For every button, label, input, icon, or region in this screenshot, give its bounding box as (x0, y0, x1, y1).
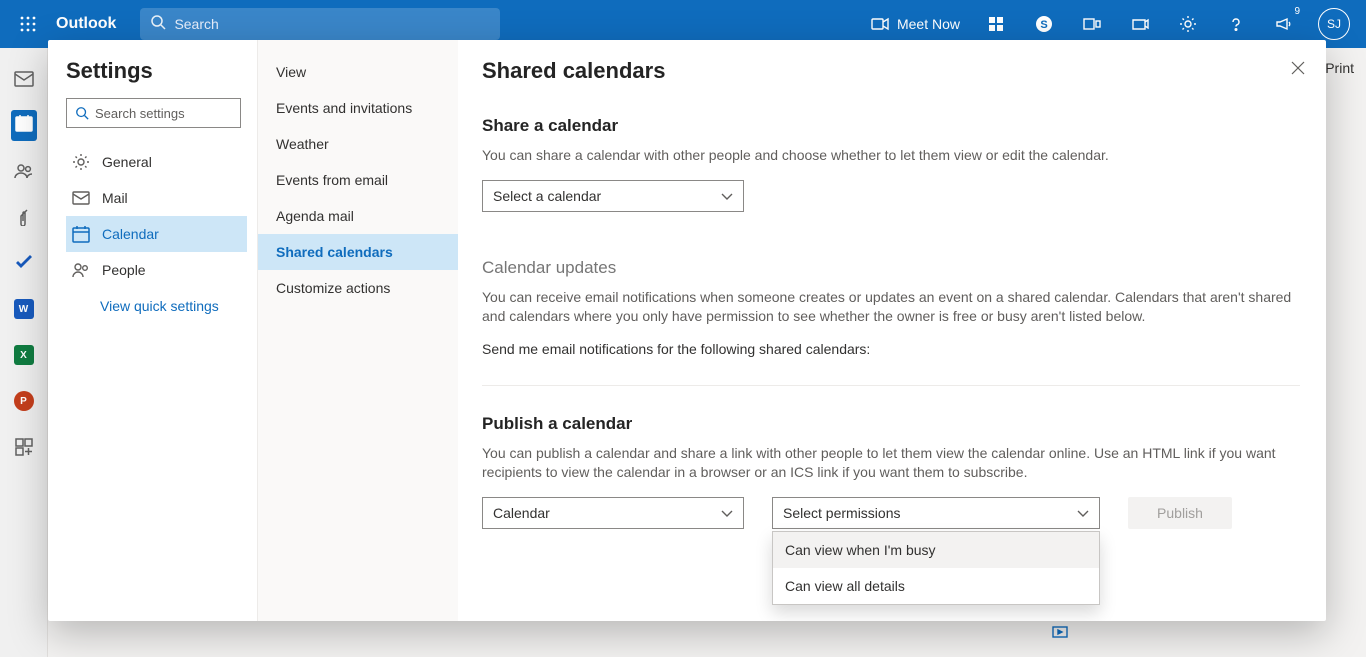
view-quick-settings-link[interactable]: View quick settings (66, 298, 247, 314)
app-rail: W X P (0, 48, 48, 657)
nav1-mail[interactable]: Mail (66, 180, 247, 216)
share-calendar-dropdown[interactable]: Select a calendar (482, 180, 744, 212)
gear-icon (72, 153, 90, 171)
profile-avatar[interactable]: SJ (1318, 8, 1350, 40)
app-name: Outlook (56, 15, 116, 33)
calendar-icon (72, 225, 90, 243)
rail-todo-icon[interactable] (0, 240, 48, 286)
nav2-events-from-email[interactable]: Events from email (258, 162, 458, 198)
search-placeholder: Search (174, 16, 218, 32)
publish-permissions-dropdown[interactable]: Select permissions (772, 497, 1100, 529)
share-heading: Share a calendar (482, 116, 1300, 136)
settings-modal: Settings Search settings General Mail Ca… (48, 40, 1326, 621)
rail-more-apps-icon[interactable] (0, 424, 48, 470)
publish-desc: You can publish a calendar and share a l… (482, 444, 1300, 483)
publish-heading: Publish a calendar (482, 414, 1300, 434)
mail-icon (72, 191, 90, 205)
permissions-options-panel: Can view when I'm busy Can view all deta… (772, 531, 1100, 605)
permission-option-busy[interactable]: Can view when I'm busy (773, 532, 1099, 568)
search-icon (75, 106, 89, 120)
rail-word-icon[interactable]: W (0, 286, 48, 332)
rail-files-icon[interactable] (0, 194, 48, 240)
app-launcher-icon[interactable] (8, 4, 48, 44)
background-icon (1052, 625, 1068, 641)
share-desc: You can share a calendar with other peop… (482, 146, 1300, 166)
rail-mail-icon[interactable] (0, 56, 48, 102)
notification-badge: 9 (1294, 6, 1300, 17)
rail-powerpoint-icon[interactable]: P (0, 378, 48, 424)
close-button[interactable] (1290, 60, 1306, 81)
nav2-shared-calendars[interactable]: Shared calendars (258, 234, 458, 270)
nav1-calendar[interactable]: Calendar (66, 216, 247, 252)
updates-heading: Calendar updates (482, 258, 1300, 278)
search-icon (150, 14, 166, 35)
close-icon (1290, 60, 1306, 76)
nav2-weather[interactable]: Weather (258, 126, 458, 162)
updates-desc: You can receive email notifications when… (482, 288, 1300, 327)
publish-button: Publish (1128, 497, 1232, 529)
publish-calendar-dropdown[interactable]: Calendar (482, 497, 744, 529)
settings-title: Settings (66, 58, 247, 84)
nav2-events-invitations[interactable]: Events and invitations (258, 90, 458, 126)
rail-calendar-icon[interactable] (0, 102, 48, 148)
panel-title: Shared calendars (482, 58, 1298, 84)
section-divider (482, 385, 1300, 386)
svg-text:S: S (1040, 19, 1047, 31)
chevron-down-icon (721, 505, 733, 521)
chevron-down-icon (1077, 505, 1089, 521)
nav1-people[interactable]: People (66, 252, 247, 288)
rail-excel-icon[interactable]: X (0, 332, 48, 378)
chevron-down-icon (721, 188, 733, 204)
print-link[interactable]: Print (1325, 60, 1354, 76)
rail-people-icon[interactable] (0, 148, 48, 194)
nav2-customize-actions[interactable]: Customize actions (258, 270, 458, 306)
settings-search-input[interactable]: Search settings (66, 98, 241, 128)
permission-option-all-details[interactable]: Can view all details (773, 568, 1099, 604)
updates-prompt: Send me email notifications for the foll… (482, 341, 1300, 357)
global-search-input[interactable]: Search (140, 8, 500, 40)
nav2-agenda-mail[interactable]: Agenda mail (258, 198, 458, 234)
nav1-general[interactable]: General (66, 144, 247, 180)
settings-content-panel: Shared calendars Share a calendar You ca… (458, 40, 1326, 621)
settings-nav-secondary: View Events and invitations Weather Even… (258, 40, 458, 621)
people-icon (72, 262, 90, 278)
content-scroll-area[interactable]: Share a calendar You can share a calenda… (482, 104, 1306, 621)
settings-nav-primary: Settings Search settings General Mail Ca… (48, 40, 258, 621)
nav2-view[interactable]: View (258, 54, 458, 90)
